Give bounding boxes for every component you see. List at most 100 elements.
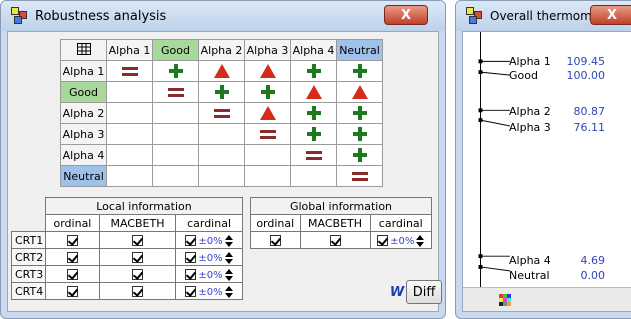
option-name[interactable]: Good [509, 69, 538, 82]
matrix-cell[interactable] [152, 123, 199, 145]
plus-icon [306, 64, 321, 78]
window-client: Alpha 1 109.45 Good 100.00 Alpha 2 80.87 Alpha… [462, 31, 631, 312]
matrix-cell[interactable] [152, 81, 199, 103]
matrix-cell[interactable] [290, 144, 337, 166]
matrix-cell[interactable] [244, 60, 291, 82]
matrix-cell[interactable] [336, 81, 383, 103]
local-macbeth-checkbox[interactable] [98, 231, 177, 249]
checkbox-icon[interactable] [185, 235, 197, 246]
matrix-cell[interactable] [152, 165, 199, 187]
spinner-icon[interactable] [224, 285, 233, 298]
matrix-cell[interactable] [198, 165, 245, 187]
matrix-cell[interactable] [106, 102, 153, 124]
word-export-button[interactable]: W [388, 284, 406, 302]
matrix-cell[interactable] [198, 102, 245, 124]
checkbox-icon[interactable] [185, 252, 197, 263]
checkbox-icon[interactable] [329, 235, 341, 246]
matrix-cell[interactable] [106, 123, 153, 145]
local-cardinal-cell[interactable]: ±0% [175, 282, 243, 300]
option-name[interactable]: Alpha 1 [509, 55, 551, 68]
col-header-alpha1: Alpha 1 [106, 39, 153, 61]
checkbox-icon[interactable] [185, 269, 197, 280]
local-cardinal-cell[interactable]: ±0% [175, 265, 243, 283]
local-cardinal-header: cardinal [175, 214, 243, 232]
checkbox-icon[interactable] [131, 286, 143, 297]
plus-icon [168, 64, 183, 78]
global-ordinal-header: ordinal [250, 214, 301, 232]
local-macbeth-checkbox[interactable] [98, 265, 177, 283]
criterion-label: CRT2 [11, 248, 46, 266]
checkbox-icon[interactable] [377, 235, 389, 246]
matrix-cell[interactable] [244, 102, 291, 124]
matrix-cell[interactable] [290, 165, 337, 187]
option-name[interactable]: Alpha 3 [509, 121, 551, 134]
local-ordinal-checkbox[interactable] [45, 231, 100, 249]
matrix-cell[interactable] [336, 165, 383, 187]
local-ordinal-checkbox[interactable] [45, 282, 100, 300]
plus-icon [260, 85, 275, 99]
option-name[interactable]: Alpha 4 [509, 254, 551, 267]
matrix-cell[interactable] [290, 123, 337, 145]
checkbox-icon[interactable] [131, 269, 143, 280]
title-bar[interactable]: Overall thermometer X [456, 1, 631, 31]
matrix-cell[interactable] [198, 123, 245, 145]
row-header: Neutral [60, 165, 107, 187]
matrix-cell[interactable] [106, 81, 153, 103]
app-icon [11, 7, 29, 25]
matrix-cell[interactable] [244, 123, 291, 145]
option-name[interactable]: Neutral [509, 269, 550, 282]
matrix-cell[interactable] [336, 123, 383, 145]
matrix-cell[interactable] [336, 60, 383, 82]
matrix-cell[interactable] [152, 102, 199, 124]
checkbox-icon[interactable] [131, 235, 143, 246]
matrix-cell[interactable] [198, 144, 245, 166]
spinner-icon[interactable] [224, 251, 233, 264]
checkbox-icon[interactable] [66, 235, 78, 246]
matrix-cell[interactable] [152, 144, 199, 166]
local-macbeth-checkbox[interactable] [98, 282, 177, 300]
window-client: Alpha 1 Good Alpha 2 Alpha 3 Alpha 4 Neu… [7, 31, 442, 312]
matrix-cell[interactable] [198, 81, 245, 103]
local-cardinal-cell[interactable]: ±0% [175, 248, 243, 266]
checkbox-icon[interactable] [66, 286, 78, 297]
matrix-cell[interactable] [152, 60, 199, 82]
local-ordinal-checkbox[interactable] [45, 248, 100, 266]
matrix-cell[interactable] [336, 144, 383, 166]
row-header: Alpha 4 [60, 144, 107, 166]
matrix-cell[interactable] [244, 144, 291, 166]
local-cardinal-cell[interactable]: ±0% [175, 231, 243, 249]
option-name[interactable]: Alpha 2 [509, 105, 551, 118]
matrix-cell[interactable] [106, 165, 153, 187]
title-bar[interactable]: Robustness analysis X [1, 1, 445, 31]
matrix-cell[interactable] [290, 102, 337, 124]
spinner-icon[interactable] [224, 234, 233, 247]
matrix-cell[interactable] [244, 165, 291, 187]
local-ordinal-checkbox[interactable] [45, 265, 100, 283]
diff-button[interactable]: Diff [406, 280, 442, 304]
global-macbeth-header: MACBETH [299, 214, 371, 232]
checkbox-icon[interactable] [269, 235, 281, 246]
matrix-cell[interactable] [336, 102, 383, 124]
close-button[interactable]: X [384, 5, 428, 25]
global-macbeth-checkbox[interactable] [299, 231, 371, 249]
checkbox-icon[interactable] [131, 252, 143, 263]
checkbox-icon[interactable] [185, 286, 197, 297]
global-ordinal-checkbox[interactable] [250, 231, 301, 249]
close-button[interactable]: X [590, 5, 631, 25]
matrix-cell[interactable] [106, 60, 153, 82]
warning-triangle-icon [259, 106, 276, 120]
checkbox-icon[interactable] [66, 269, 78, 280]
color-palette-icon[interactable] [499, 294, 511, 306]
matrix-cell[interactable] [198, 60, 245, 82]
spinner-icon[interactable] [224, 268, 233, 281]
checkbox-icon[interactable] [66, 252, 78, 263]
spinner-icon[interactable] [416, 234, 425, 247]
local-macbeth-checkbox[interactable] [98, 248, 177, 266]
matrix-cell[interactable] [290, 81, 337, 103]
matrix-cell[interactable] [244, 81, 291, 103]
matrix-cell[interactable] [106, 144, 153, 166]
global-cardinal-cell[interactable]: ±0% [369, 231, 433, 249]
table-icon[interactable] [60, 39, 107, 61]
equal-icon [259, 130, 276, 139]
matrix-cell[interactable] [290, 60, 337, 82]
